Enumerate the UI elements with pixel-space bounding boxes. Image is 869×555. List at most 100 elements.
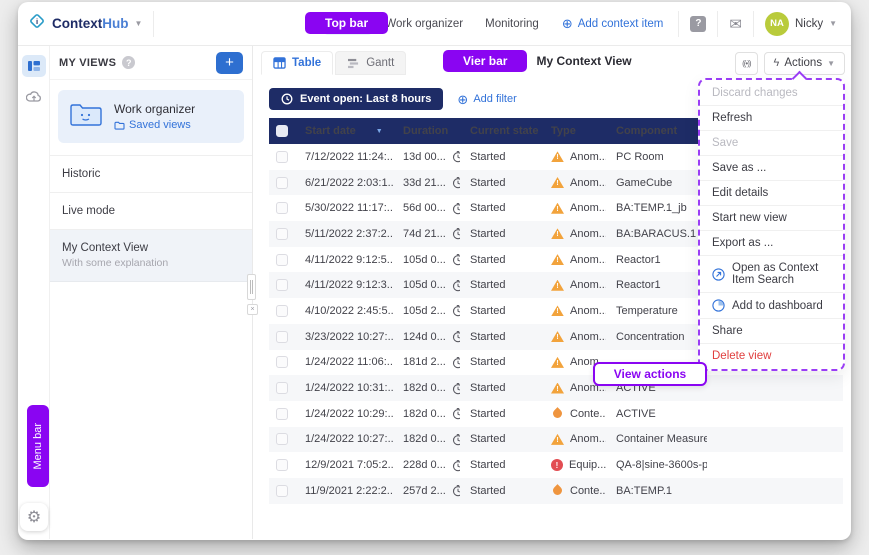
row-checkbox[interactable]: [269, 144, 295, 170]
folder-icon: [114, 121, 125, 130]
nav-item-monitoring[interactable]: Monitoring: [476, 13, 548, 35]
cell-start-date: 1/24/2022 10:29:...: [295, 401, 393, 427]
actions-button[interactable]: ϟ Actions ▼: [764, 52, 845, 75]
row-checkbox[interactable]: [269, 401, 295, 427]
table-row[interactable]: 12/9/2021 7:05:2...228d 0...Started!Equi…: [269, 452, 843, 478]
open-external-icon: [712, 268, 725, 281]
tab-table[interactable]: Table: [261, 51, 333, 75]
nav-item-work-organizer[interactable]: Work organizer: [376, 13, 472, 35]
live-mode-button[interactable]: ((•)): [735, 52, 757, 75]
work-organizer-card[interactable]: Work organizer Saved views: [58, 90, 244, 143]
row-checkbox[interactable]: [269, 247, 295, 273]
mail-icon[interactable]: ✉: [729, 15, 742, 33]
cell-component: Reactor1: [606, 247, 707, 273]
clock-icon: [281, 93, 293, 105]
select-all-checkbox[interactable]: [269, 118, 295, 144]
help-icon[interactable]: ?: [690, 16, 706, 32]
divider: [753, 11, 754, 37]
menu-item-save: Save: [700, 130, 843, 155]
top-bar: i ContextHub ▼ Top bar HomeWork organize…: [18, 2, 851, 46]
cell-start-date: 1/24/2022 10:27:...: [295, 427, 393, 453]
cell-type: !Anom...: [541, 272, 606, 298]
warning-icon: !: [551, 357, 564, 368]
row-checkbox[interactable]: [269, 298, 295, 324]
gantt-icon: [347, 58, 360, 69]
menu-item-share[interactable]: Share: [700, 318, 843, 343]
tab-gantt[interactable]: Gantt: [335, 51, 406, 75]
column-current-state[interactable]: Current state: [460, 118, 541, 144]
error-icon: !: [551, 459, 563, 471]
timer-icon: [452, 150, 460, 163]
brand-chevron-down-icon[interactable]: ▼: [135, 19, 143, 28]
warning-icon: !: [551, 203, 564, 214]
menu-item-export-as[interactable]: Export as ...: [700, 230, 843, 255]
row-checkbox[interactable]: [269, 375, 295, 401]
cell-duration: 124d 0...: [393, 324, 460, 350]
menu-item-edit-details[interactable]: Edit details: [700, 180, 843, 205]
splitter-drag-handle[interactable]: [247, 274, 256, 300]
brand[interactable]: i ContextHub ▼: [28, 12, 142, 35]
cell-type: !Equip...: [541, 452, 606, 478]
table-row[interactable]: 11/9/2021 2:22:2...257d 2...StartedConte…: [269, 478, 843, 504]
cell-start-date: 6/21/2022 2:03:1...: [295, 170, 393, 196]
row-checkbox[interactable]: [269, 221, 295, 247]
views-icon: [27, 59, 41, 73]
help-circle-icon[interactable]: ?: [122, 56, 135, 69]
add-context-item-button[interactable]: ⊕ Add context item: [562, 17, 664, 30]
menu-item-open-as-context-item-search[interactable]: Open as Context Item Search: [700, 255, 843, 292]
sidebar-item-my-context-view[interactable]: My Context ViewWith some explanation: [50, 229, 252, 282]
warning-icon: !: [551, 331, 564, 342]
cell-component: Reactor1: [606, 272, 707, 298]
row-checkbox[interactable]: [269, 170, 295, 196]
sidebar-item-live-mode[interactable]: Live mode: [50, 192, 252, 229]
cell-current-state: Started: [460, 452, 541, 478]
cell-duration: 105d 2...: [393, 298, 460, 324]
cell-current-state: Started: [460, 195, 541, 221]
cell-duration: 182d 0...: [393, 401, 460, 427]
saved-views-link[interactable]: Saved views: [114, 119, 195, 131]
column-type[interactable]: Type: [541, 118, 606, 144]
menu-item-start-new-view[interactable]: Start new view: [700, 205, 843, 230]
user-chevron-down-icon: ▼: [829, 19, 837, 28]
plus-circle-icon: ⊕: [562, 17, 573, 30]
splitter-collapse-button[interactable]: ×: [247, 304, 258, 315]
row-checkbox[interactable]: [269, 452, 295, 478]
row-checkbox[interactable]: [269, 427, 295, 453]
row-checkbox[interactable]: [269, 324, 295, 350]
column-start-date[interactable]: Start date▼: [295, 118, 393, 144]
user-menu[interactable]: NA Nicky ▼: [765, 12, 837, 36]
menu-item-add-to-dashboard[interactable]: Add to dashboard: [700, 292, 843, 318]
table-row[interactable]: 1/24/2022 10:27:...182d 0...Started!Anom…: [269, 427, 843, 453]
panel-splitter[interactable]: ×: [247, 274, 259, 315]
view-header: Table Gantt Vier bar My Context View: [253, 46, 851, 78]
warning-icon: !: [551, 434, 564, 445]
actions-dropdown-menu: Discard changesRefreshSaveSave as ...Edi…: [698, 78, 845, 371]
event-open-filter-chip[interactable]: Event open: Last 8 hours: [269, 88, 443, 110]
row-checkbox[interactable]: [269, 478, 295, 504]
cell-duration: 257d 2...: [393, 478, 460, 504]
row-checkbox[interactable]: [269, 195, 295, 221]
flame-icon: [551, 484, 564, 497]
add-view-button[interactable]: +: [216, 52, 243, 74]
row-checkbox[interactable]: [269, 350, 295, 376]
cell-start-date: 1/24/2022 11:06:...: [295, 350, 393, 376]
column-component[interactable]: Component: [606, 118, 707, 144]
row-checkbox[interactable]: [269, 272, 295, 298]
views-rail-button[interactable]: [22, 55, 46, 77]
table-row[interactable]: 1/24/2022 10:29:...182d 0...StartedConte…: [269, 401, 843, 427]
cloud-upload-rail-button[interactable]: [22, 86, 46, 108]
folder-illustration-icon: [68, 100, 104, 133]
menu-item-save-as[interactable]: Save as ...: [700, 155, 843, 180]
settings-button[interactable]: ⚙: [20, 503, 48, 531]
cell-current-state: Started: [460, 350, 541, 376]
column-duration[interactable]: Duration: [393, 118, 460, 144]
cell-component: Concentration: [606, 324, 707, 350]
app-window: i ContextHub ▼ Top bar HomeWork organize…: [18, 2, 851, 540]
sidebar-item-historic[interactable]: Historic: [50, 155, 252, 192]
warning-icon: !: [551, 305, 564, 316]
my-views-header: MY VIEWS ? +: [50, 46, 252, 80]
menu-item-refresh[interactable]: Refresh: [700, 105, 843, 130]
menu-item-delete-view[interactable]: Delete view: [700, 343, 843, 368]
table-row[interactable]: 1/24/2022 10:31:...182d 0...Started!Anom…: [269, 375, 843, 401]
add-filter-button[interactable]: ⊕ Add filter: [457, 93, 516, 106]
